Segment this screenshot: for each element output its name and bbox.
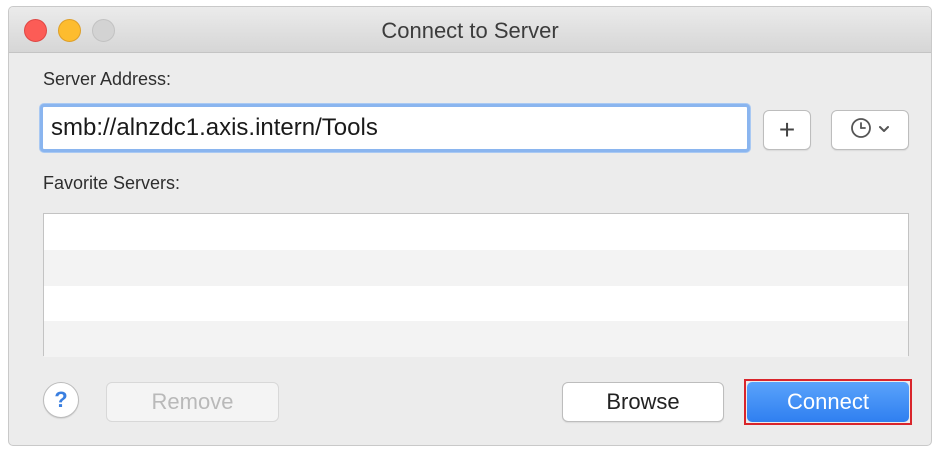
help-button[interactable]: ?: [43, 382, 79, 418]
favorite-servers-list[interactable]: [43, 213, 909, 357]
connect-button-highlight: Connect: [744, 379, 912, 425]
browse-button[interactable]: Browse: [562, 382, 724, 422]
list-row: [44, 321, 908, 357]
title-bar: Connect to Server: [9, 7, 931, 53]
plus-icon: +: [778, 114, 796, 145]
add-favorite-button[interactable]: +: [763, 110, 811, 150]
question-mark-icon: ?: [54, 387, 68, 412]
list-row: [44, 285, 908, 322]
server-address-input[interactable]: [40, 104, 750, 152]
connect-to-server-window: Connect to Server Server Address: + Favo…: [8, 6, 932, 446]
window-title: Connect to Server: [381, 18, 559, 43]
clock-icon: [850, 117, 872, 144]
server-address-label: Server Address:: [43, 69, 172, 89]
list-row: [44, 214, 908, 250]
recent-servers-button[interactable]: [831, 110, 909, 150]
remove-button[interactable]: Remove: [106, 382, 279, 422]
chevron-down-icon: [878, 121, 890, 139]
connect-button[interactable]: Connect: [747, 382, 909, 422]
favorite-servers-label: Favorite Servers:: [43, 173, 181, 193]
list-row: [44, 249, 908, 286]
